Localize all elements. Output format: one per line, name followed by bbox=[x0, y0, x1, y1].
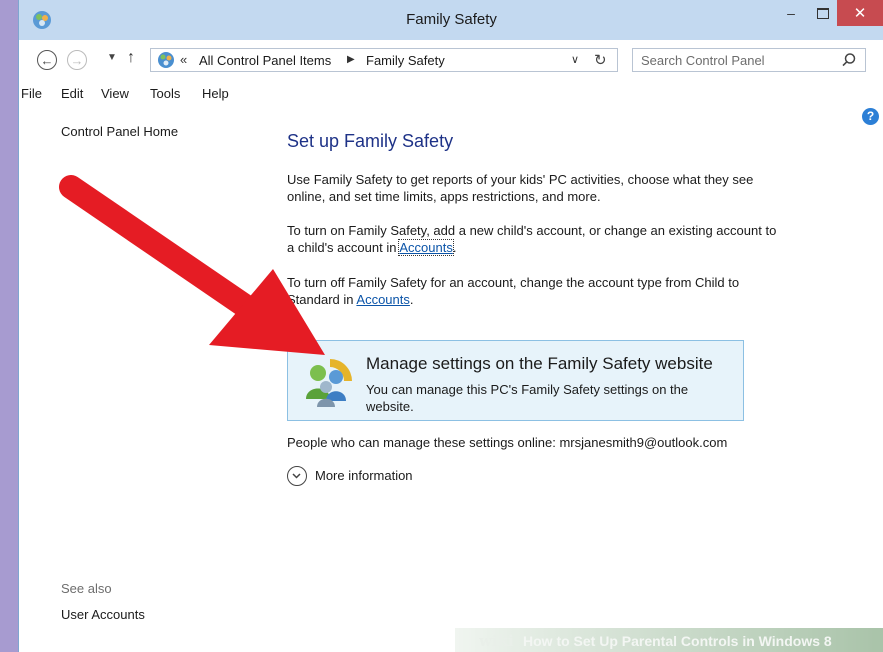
user-accounts-link[interactable]: User Accounts bbox=[61, 607, 145, 622]
back-button[interactable]: ← bbox=[37, 50, 57, 70]
forward-button[interactable]: → bbox=[67, 50, 87, 70]
accounts-link[interactable]: Accounts bbox=[398, 239, 454, 256]
breadcrumb-overflow-icon[interactable]: « bbox=[180, 52, 187, 67]
maximize-button[interactable] bbox=[809, 0, 837, 26]
intro-text: Use Family Safety to get reports of your… bbox=[287, 172, 754, 204]
accounts-link-standard[interactable]: Accounts bbox=[356, 292, 409, 307]
menu-view[interactable]: View bbox=[101, 86, 129, 101]
watermark-caption: How to Set Up Parental Controls in Windo… bbox=[523, 633, 832, 649]
maximize-icon bbox=[817, 7, 829, 19]
address-bar: ← → ▼ ↑ « All Control Panel Items ▶ Fami… bbox=[19, 40, 883, 80]
window-title: Family Safety bbox=[406, 11, 497, 28]
turn-on-paragraph: To turn on Family Safety, add a new chil… bbox=[287, 222, 787, 256]
manage-settings-description: You can manage this PC's Family Safety s… bbox=[366, 382, 689, 414]
chevron-down-icon bbox=[292, 473, 301, 479]
control-panel-window: Family Safety ‒ ✕ ← → ▼ ↑ « All Control … bbox=[18, 0, 883, 652]
recent-locations-dropdown[interactable]: ▼ bbox=[107, 52, 117, 63]
breadcrumb[interactable]: « All Control Panel Items ▶ Family Safet… bbox=[150, 48, 618, 72]
help-icon[interactable]: ? bbox=[862, 108, 879, 125]
control-panel-home-link[interactable]: Control Panel Home bbox=[61, 124, 178, 139]
menu-help[interactable]: Help bbox=[202, 86, 229, 101]
menu-file[interactable]: File bbox=[21, 86, 42, 101]
more-information-label[interactable]: More information bbox=[315, 468, 413, 483]
search-box bbox=[632, 48, 866, 72]
back-arrow-icon: ← bbox=[40, 52, 54, 68]
red-arrow-annotation bbox=[59, 175, 325, 355]
control-panel-icon bbox=[158, 52, 174, 68]
turn-on-text: To turn on Family Safety, add a new chil… bbox=[287, 223, 777, 255]
wikihow-watermark: wiki How to Set Up Parental Controls in … bbox=[455, 628, 883, 652]
refresh-icon[interactable]: ↻ bbox=[594, 51, 607, 69]
up-button[interactable]: ↑ bbox=[127, 49, 135, 67]
wikihow-logo: wiki bbox=[479, 632, 514, 650]
expand-more-information-button[interactable] bbox=[287, 466, 307, 486]
turn-off-paragraph: To turn off Family Safety for an account… bbox=[287, 274, 787, 308]
up-arrow-icon: ↑ bbox=[127, 49, 135, 66]
menu-edit[interactable]: Edit bbox=[61, 86, 83, 101]
search-icon[interactable] bbox=[841, 52, 857, 68]
chevron-right-icon[interactable]: ▶ bbox=[347, 54, 355, 65]
manage-settings-title: Manage settings on the Family Safety web… bbox=[366, 354, 713, 373]
close-icon: ✕ bbox=[853, 5, 867, 22]
chevron-down-icon[interactable]: ∨ bbox=[571, 53, 579, 66]
page-title: Set up Family Safety bbox=[287, 131, 454, 151]
online-managers-text: People who can manage these settings onl… bbox=[287, 435, 728, 450]
manage-settings-website-link[interactable]: Manage settings on the Family Safety web… bbox=[287, 340, 744, 421]
turn-on-period: . bbox=[452, 240, 457, 255]
title-bar: Family Safety ‒ ✕ bbox=[19, 0, 883, 40]
minimize-button[interactable]: ‒ bbox=[777, 0, 805, 26]
turn-off-text: To turn off Family Safety for an account… bbox=[287, 275, 740, 307]
search-input[interactable] bbox=[633, 49, 849, 71]
turn-off-period: . bbox=[409, 292, 414, 307]
breadcrumb-family-safety[interactable]: Family Safety bbox=[366, 53, 445, 68]
minimize-icon: ‒ bbox=[787, 5, 795, 21]
menu-tools[interactable]: Tools bbox=[150, 86, 180, 101]
forward-arrow-icon: → bbox=[70, 52, 84, 68]
menu-bar: File Edit View Tools Help bbox=[19, 83, 883, 105]
see-also-label: See also bbox=[61, 581, 112, 596]
close-button[interactable]: ✕ bbox=[837, 0, 883, 26]
breadcrumb-all-control-panel-items[interactable]: All Control Panel Items bbox=[199, 53, 331, 68]
